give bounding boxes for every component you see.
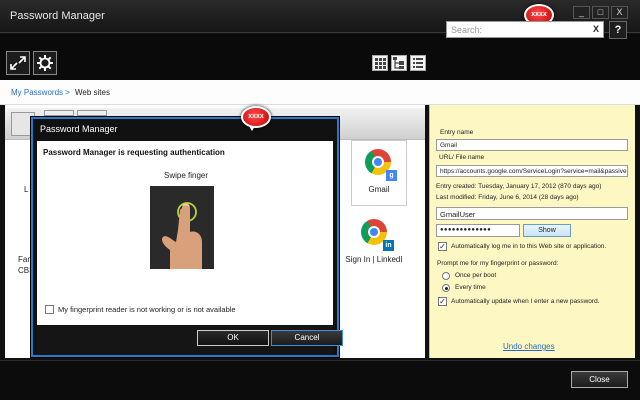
auto-update-label: Automatically update when I enter a new … — [451, 298, 600, 305]
entry-tool-button[interactable] — [77, 110, 107, 116]
auto-login-checkbox[interactable]: ✓ — [438, 242, 447, 251]
entry-tool-button[interactable] — [44, 110, 74, 116]
url-field[interactable]: https://accounts.google.com/ServiceLogin… — [436, 165, 628, 177]
grid-view-button[interactable] — [372, 55, 388, 71]
google-icon: g — [386, 170, 397, 181]
once-per-boot-label: Once per boot — [455, 272, 497, 279]
username-field[interactable]: GmailUser — [436, 207, 628, 220]
auto-update-checkbox[interactable]: ✓ — [438, 297, 447, 306]
search-input[interactable]: Search: — [446, 21, 604, 38]
show-password-button[interactable]: Show — [523, 224, 571, 237]
last-modified-text: Last modified: Friday, June 6, 2014 (28 … — [436, 194, 579, 201]
help-button[interactable]: ? — [609, 21, 627, 39]
entry-tile-linkedin[interactable]: in Sign In | LinkedI — [339, 215, 409, 265]
fingerprint-fallback-label: My fingerprint reader is not working or … — [58, 305, 236, 314]
every-time-label: Every time — [455, 284, 486, 291]
window-title: Password Manager — [10, 10, 105, 22]
toolbar — [0, 34, 640, 80]
entry-created-text: Entry created: Tuesday, January 17, 2012… — [436, 183, 602, 190]
url-label: URL/ File name — [439, 154, 485, 161]
entry-name-label: Entry name — [440, 129, 474, 136]
undo-changes-link[interactable]: Undo changes — [503, 342, 555, 351]
dialog-heading: Password Manager is requesting authentic… — [43, 148, 225, 157]
ok-button[interactable]: OK — [197, 330, 269, 346]
auto-login-label: Automatically log me in to this Web site… — [451, 243, 607, 250]
entry-label-partial: L — [24, 185, 29, 194]
breadcrumb-my-passwords[interactable]: My Passwords > — [11, 88, 70, 97]
entry-tile-label: Sign In | LinkedI — [345, 255, 403, 264]
password-manager-window: Password Manager _ □ X xxxx Search: X ? … — [0, 0, 640, 400]
grid-icon — [375, 58, 386, 69]
entry-name-field[interactable]: Gmail — [436, 139, 628, 151]
maximize-button[interactable]: □ — [592, 6, 609, 19]
minimize-button[interactable]: _ — [573, 6, 590, 19]
arrows-in-icon — [10, 56, 26, 70]
tree-icon — [393, 57, 404, 69]
prompt-label: Prompt me for my fingerprint or password… — [437, 260, 559, 267]
list-view-button[interactable] — [410, 55, 426, 71]
once-per-boot-radio[interactable] — [442, 272, 450, 280]
fingerprint-image — [150, 186, 214, 269]
cancel-button[interactable]: Cancel — [271, 330, 343, 346]
breadcrumb: My Passwords > Web sites — [0, 80, 640, 105]
breadcrumb-web-sites: Web sites — [75, 88, 110, 97]
list-icon — [413, 58, 423, 68]
swipe-finger-label: Swipe finger — [164, 171, 209, 180]
settings-button[interactable] — [33, 51, 57, 75]
entry-tile-gmail[interactable]: g Gmail — [351, 140, 407, 206]
dialog-notification-badge: xxxx — [241, 106, 271, 131]
entry-tile-label: Gmail — [368, 185, 390, 194]
close-button[interactable]: Close — [571, 371, 628, 388]
bottom-bar — [0, 360, 640, 400]
gear-icon — [37, 55, 53, 71]
clear-search-button[interactable]: X — [593, 24, 599, 34]
compact-view-button[interactable] — [6, 51, 30, 75]
every-time-radio[interactable] — [442, 284, 450, 292]
finger-swipe-icon — [150, 186, 214, 269]
password-field[interactable]: ●●●●●●●●●●●●● — [436, 224, 520, 237]
linkedin-icon: in — [383, 240, 394, 251]
close-window-button[interactable]: X — [611, 6, 628, 19]
tree-view-button[interactable] — [391, 55, 407, 71]
fingerprint-fallback-checkbox[interactable] — [45, 305, 54, 314]
dialog-title: Password Manager — [40, 124, 118, 134]
